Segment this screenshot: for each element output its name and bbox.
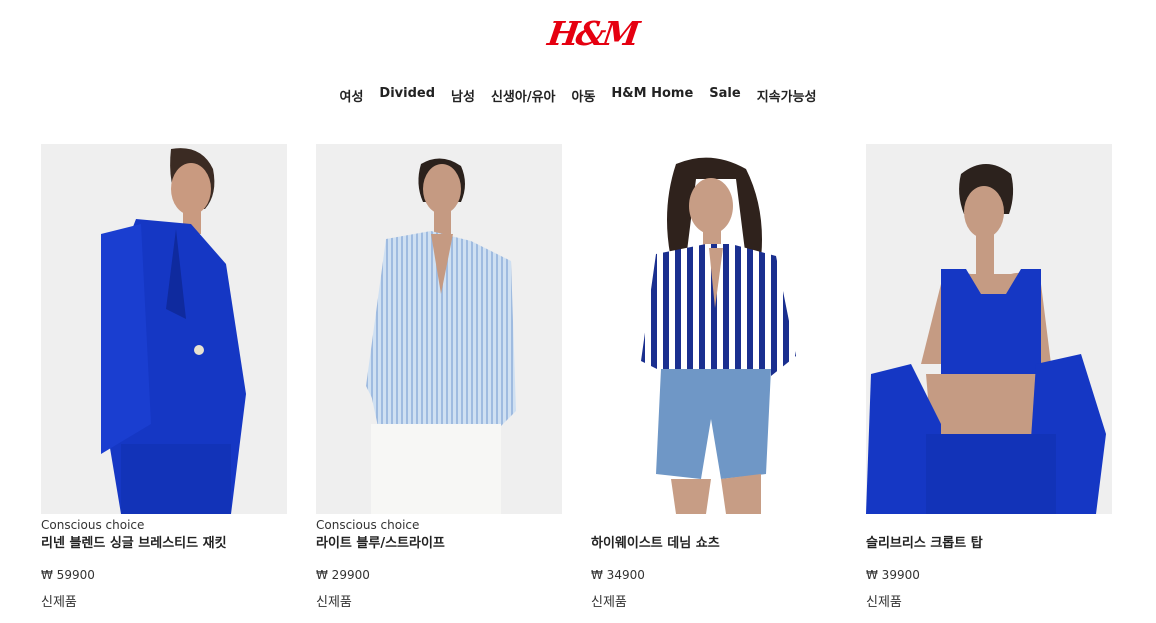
product-card[interactable]: 하이웨이스트 데님 쇼츠 ₩ 34900 신제품 [591,144,837,613]
nav-item-baby[interactable]: 신생아/유아 [491,86,556,105]
product-price: ₩ 59900 [41,568,95,582]
product-image[interactable] [591,144,837,514]
product-price: ₩ 34900 [591,568,645,582]
product-name[interactable]: 라이트 블루/스트라이프 [316,534,562,554]
nav-item-kids[interactable]: 아동 [572,86,596,105]
hm-logo[interactable]: H&M [545,14,639,54]
product-image[interactable] [41,144,287,514]
nav-item-divided[interactable]: Divided [379,86,435,105]
product-label [591,517,837,534]
product-grid: Conscious choice 리넨 블렌드 싱글 브레스티드 재킷 ₩ 59… [41,144,1141,613]
product-label: Conscious choice [41,518,145,532]
nav-item-sale[interactable]: Sale [709,86,740,105]
new-badge: 신제품 [41,595,77,610]
site-header: H&M 여성 Divided 남성 신생아/유아 아동 H&M Home Sal… [0,0,1156,130]
main-navigation: 여성 Divided 남성 신생아/유아 아동 H&M Home Sale 지속… [0,86,1156,105]
product-image[interactable] [316,144,562,514]
nav-item-men[interactable]: 남성 [451,86,475,105]
product-price: ₩ 39900 [866,568,920,582]
product-card[interactable]: 슬리브리스 크롭트 탑 ₩ 39900 신제품 [866,144,1112,613]
product-card[interactable]: Conscious choice 라이트 블루/스트라이프 ₩ 29900 신제… [316,144,562,613]
nav-item-sustainability[interactable]: 지속가능성 [757,86,817,105]
product-name[interactable]: 리넨 블렌드 싱글 브레스티드 재킷 [41,534,287,554]
product-name[interactable]: 슬리브리스 크롭트 탑 [866,534,1112,554]
product-label: Conscious choice [316,518,420,532]
product-price: ₩ 29900 [316,568,370,582]
nav-item-home[interactable]: H&M Home [611,86,693,105]
product-card[interactable]: Conscious choice 리넨 블렌드 싱글 브레스티드 재킷 ₩ 59… [41,144,287,613]
product-name[interactable]: 하이웨이스트 데님 쇼츠 [591,534,837,554]
new-badge: 신제품 [591,595,627,610]
product-image[interactable] [866,144,1112,514]
new-badge: 신제품 [866,595,902,610]
product-label [866,517,1112,534]
new-badge: 신제품 [316,595,352,610]
nav-item-women[interactable]: 여성 [339,86,363,105]
